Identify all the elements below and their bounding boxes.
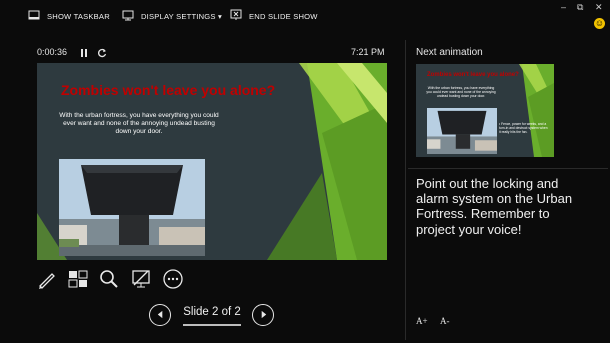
thumb-bullet-text: • Fence, power for weeks, and a turn-in … (499, 122, 548, 135)
prev-icon (156, 306, 165, 324)
next-icon (259, 306, 268, 324)
notes-separator[interactable] (408, 168, 608, 169)
elapsed-timer: 0:00:36 (37, 47, 68, 57)
slide-counter-underline (183, 324, 241, 326)
increase-font-button[interactable]: A+ (416, 316, 428, 326)
pane-divider[interactable] (405, 40, 406, 340)
black-screen-icon[interactable] (130, 268, 152, 290)
slide-body-text: With the urban fortress, you have everyt… (59, 112, 219, 135)
slide-counter[interactable]: Slide 2 of 2 (181, 306, 243, 318)
pause-icon[interactable] (78, 46, 90, 58)
thumb-body-text: With the urban fortress, you have everyt… (426, 86, 496, 99)
more-icon[interactable] (162, 268, 184, 290)
thumb-photo-building (427, 108, 497, 154)
restart-icon[interactable] (96, 46, 108, 58)
presenter-view: SHOW TASKBAR DISPLAY SETTINGS ▾ END SLID… (0, 0, 610, 343)
end-show-icon (229, 8, 243, 24)
taskbar-icon (27, 8, 41, 24)
slide-photo-building (59, 159, 205, 256)
show-taskbar-label: SHOW TASKBAR (47, 11, 110, 21)
slide-title: Zombies won't leave you alone? (61, 82, 276, 98)
display-settings-icon (121, 8, 135, 24)
previous-slide-button[interactable] (149, 304, 171, 326)
next-slide-button[interactable] (252, 304, 274, 326)
slide-navigation: Slide 2 of 2 (149, 302, 275, 330)
next-animation-preview[interactable]: Zombies won't leave you alone? With the … (416, 64, 554, 157)
thumb-title: Zombies won't leave you alone? (427, 72, 519, 78)
top-toolbar: SHOW TASKBAR DISPLAY SETTINGS ▾ END SLID… (0, 0, 610, 32)
current-slide[interactable]: Zombies won't leave you alone? With the … (37, 63, 387, 260)
feedback-smiley-icon[interactable]: ☺ (594, 18, 605, 29)
end-slide-show-button[interactable]: END SLIDE SHOW (229, 7, 318, 25)
current-time: 7:21 PM (351, 47, 385, 57)
zoom-icon[interactable] (98, 268, 120, 290)
display-settings-button[interactable]: DISPLAY SETTINGS ▾ (121, 7, 222, 25)
speaker-notes[interactable]: Point out the locking and alarm system o… (416, 176, 576, 237)
close-button[interactable]: ✕ (595, 2, 603, 13)
restore-button[interactable]: ⧉ (577, 2, 583, 13)
show-taskbar-button[interactable]: SHOW TASKBAR (27, 7, 110, 25)
decrease-font-button[interactable]: A- (440, 316, 450, 326)
display-settings-label: DISPLAY SETTINGS ▾ (141, 11, 222, 21)
slides-grid-icon[interactable] (67, 268, 89, 290)
minimize-button[interactable]: – (561, 2, 566, 12)
pen-icon[interactable] (36, 268, 58, 290)
next-animation-label: Next animation (416, 47, 483, 58)
end-slide-show-label: END SLIDE SHOW (249, 11, 318, 21)
